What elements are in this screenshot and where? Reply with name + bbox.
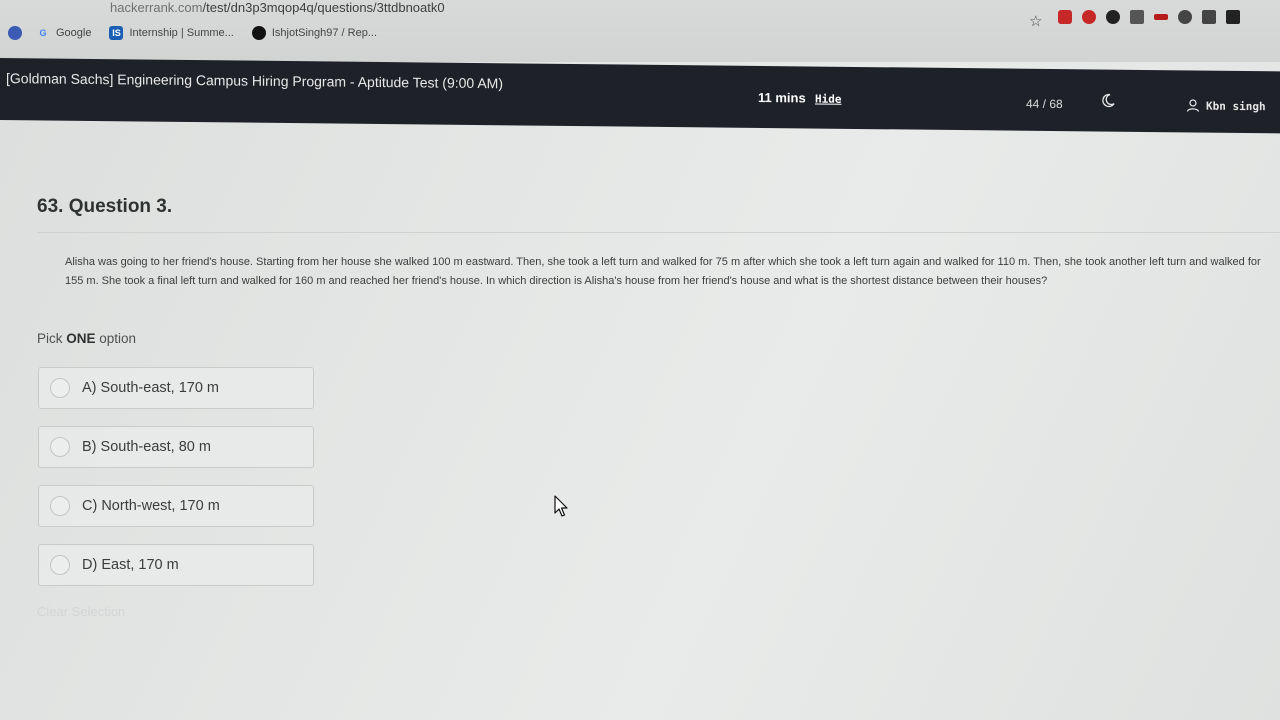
option-label: C) North-west, 170 m (82, 498, 220, 514)
option-c[interactable]: C) North-west, 170 m (38, 485, 314, 527)
radio-button[interactable] (50, 437, 70, 457)
question-title: 63. Question 3. (37, 196, 173, 217)
hide-timer-link[interactable]: Hide (815, 93, 842, 106)
divider (37, 232, 1280, 233)
address-bar[interactable]: hackerrank.com/test/dn3p3mqop4q/question… (110, 0, 445, 16)
radio-button[interactable] (50, 378, 70, 398)
bookmark-google[interactable]: G Google (36, 26, 91, 40)
option-label: B) South-east, 80 m (82, 439, 211, 455)
pick-bold: ONE (66, 331, 96, 346)
test-header: [Goldman Sachs] Engineering Campus Hirin… (0, 58, 1280, 134)
user-menu[interactable]: Kbn singh (1186, 98, 1266, 113)
test-title: [Goldman Sachs] Engineering Campus Hirin… (6, 70, 503, 92)
bookmark-internship[interactable]: IS Internship | Summe... (109, 26, 234, 40)
pick-prefix: Pick (37, 331, 67, 346)
browser-chrome: hackerrank.com/test/dn3p3mqop4q/question… (0, 0, 1280, 62)
option-b[interactable]: B) South-east, 80 m (38, 426, 314, 468)
pick-suffix: option (95, 331, 137, 346)
bookmark-label: Internship | Summe... (129, 27, 234, 39)
radio-button[interactable] (50, 555, 70, 575)
question-progress: 44 / 68 (1026, 96, 1063, 112)
is-icon: IS (109, 26, 124, 40)
option-label: A) South-east, 170 m (82, 380, 220, 396)
bookmark-item[interactable] (8, 26, 22, 40)
apps-icon (8, 26, 22, 40)
bookmark-label: Google (56, 27, 92, 39)
radio-button[interactable] (50, 496, 70, 516)
extension-icon[interactable] (1154, 14, 1168, 20)
google-icon: G (39, 28, 47, 38)
user-name: Kbn singh (1206, 99, 1266, 113)
option-a[interactable]: A) South-east, 170 m (38, 367, 314, 409)
moon-icon[interactable] (1100, 93, 1116, 109)
address-host: hackerrank.com (110, 0, 203, 15)
question-text: Alisha was going to her friend's house. … (65, 256, 1261, 287)
bookmarks-bar: G Google IS Internship | Summe... Ishjot… (0, 22, 1280, 44)
mouse-cursor-icon (554, 495, 568, 517)
option-d[interactable]: D) East, 170 m (38, 544, 314, 586)
github-icon (251, 26, 266, 40)
option-label: D) East, 170 m (82, 557, 179, 573)
address-path: /test/dn3p3mqop4q/questions/3ttdbnoatk0 (202, 0, 445, 15)
timer: 11 mins (758, 89, 806, 106)
user-icon (1186, 99, 1200, 112)
clear-selection-link[interactable]: Clear Selection (37, 604, 125, 619)
bookmark-label: IshjotSingh97 / Rep... (271, 27, 378, 39)
pick-instruction: Pick ONE option (37, 331, 136, 346)
bookmark-github[interactable]: IshjotSingh97 / Rep... (251, 26, 378, 40)
